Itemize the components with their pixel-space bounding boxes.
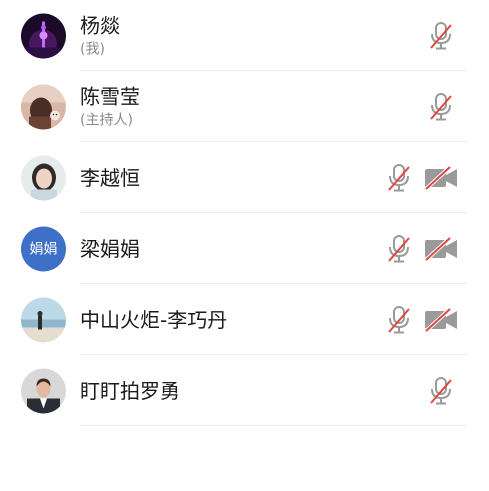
divider: [80, 425, 467, 426]
avatar: 娟娟: [21, 226, 66, 271]
camera-off-icon[interactable]: [424, 236, 458, 262]
participant-row[interactable]: 中山火炬-李巧丹: [0, 284, 489, 355]
participant-name: 杨燚: [80, 13, 120, 37]
mic-muted-icon[interactable]: [386, 234, 412, 264]
mic-muted-icon[interactable]: [428, 21, 454, 51]
avatar: [21, 155, 66, 200]
participant-row[interactable]: 李越恒: [0, 142, 489, 213]
participant-name: 梁娟娟: [80, 236, 140, 261]
mic-muted-icon[interactable]: [428, 376, 454, 406]
avatar: [21, 368, 66, 413]
camera-off-icon[interactable]: [424, 165, 458, 191]
participant-name: 盯盯拍罗勇: [80, 378, 180, 403]
mic-muted-icon[interactable]: [428, 92, 454, 122]
mic-muted-icon[interactable]: [386, 305, 412, 335]
camera-off-icon[interactable]: [424, 307, 458, 333]
participant-name: 李越恒: [80, 165, 140, 190]
avatar: [21, 13, 66, 58]
participant-role: (我): [80, 41, 105, 57]
participant-list: 杨燚 (我) 陈雪莹 (主持人) 李越恒 娟娟 梁娟娟 中山火炬-李巧丹 盯盯拍…: [0, 0, 489, 426]
participant-role: (主持人): [80, 112, 133, 128]
participant-row[interactable]: 娟娟 梁娟娟: [0, 213, 489, 284]
participant-row[interactable]: 陈雪莹 (主持人): [0, 71, 489, 142]
avatar: [21, 297, 66, 342]
participant-name: 中山火炬-李巧丹: [80, 307, 228, 332]
avatar: [21, 84, 66, 129]
participant-name: 陈雪莹: [80, 84, 140, 108]
mic-muted-icon[interactable]: [386, 163, 412, 193]
participant-row[interactable]: 杨燚 (我): [0, 0, 489, 71]
participant-row[interactable]: 盯盯拍罗勇: [0, 355, 489, 426]
